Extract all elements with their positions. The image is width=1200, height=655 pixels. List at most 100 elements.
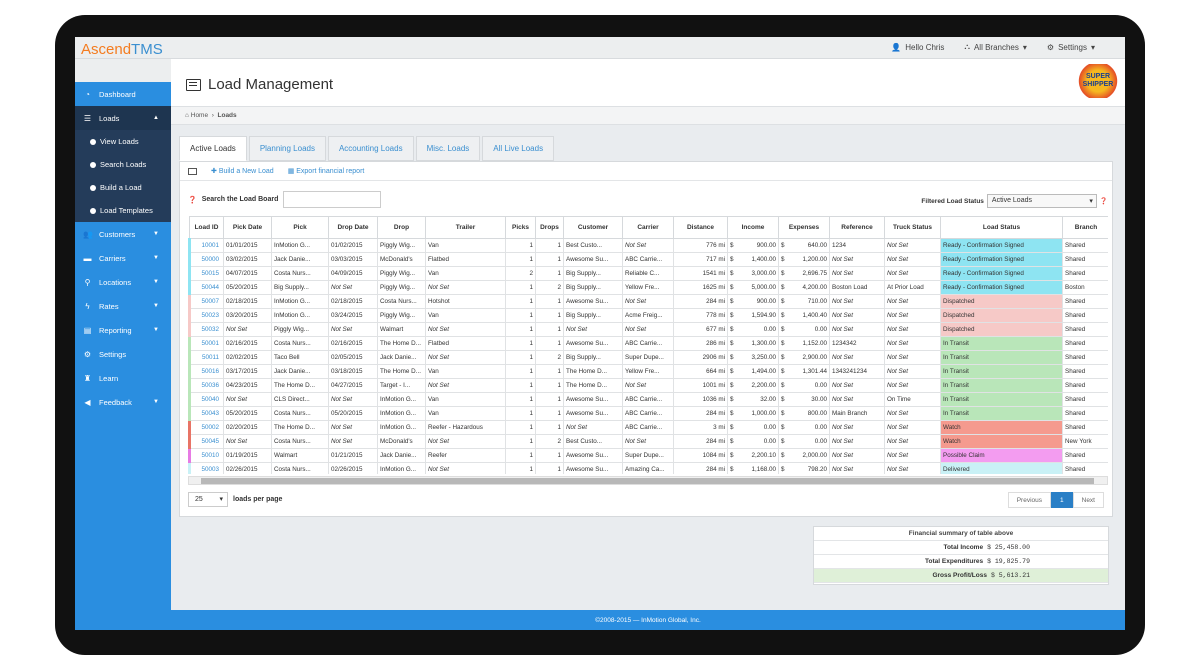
- table-row[interactable]: 50001 02/16/2015 Costa Nurs... 02/16/2015 Th…: [188, 336, 1108, 351]
- currency-symbol: $: [781, 424, 785, 431]
- table-row[interactable]: 50016 03/17/2015 Jack Danie... 03/18/2015 Th…: [188, 364, 1108, 379]
- load-status-cell: Ready - Confirmation Signed: [940, 238, 1063, 253]
- sidebar-item-dashboard[interactable]: ◔ Dashboard: [75, 82, 171, 106]
- column-header[interactable]: Distance: [673, 216, 728, 239]
- table-row[interactable]: 50000 03/02/2015 Jack Danie... 03/03/2015 Mc…: [188, 252, 1108, 267]
- load-status-select[interactable]: Active Loads: [986, 194, 1097, 208]
- column-header[interactable]: Drops: [535, 216, 564, 239]
- table-cell: Costa Nurs...: [271, 434, 329, 449]
- load-id-link[interactable]: 50015: [188, 266, 224, 281]
- load-id-link[interactable]: 50043: [188, 406, 224, 421]
- tab-active-loads[interactable]: Active Loads: [179, 136, 247, 161]
- previous-button[interactable]: Previous: [1007, 492, 1051, 508]
- column-header[interactable]: Load Status: [940, 216, 1063, 239]
- breadcrumb-home[interactable]: Home: [191, 112, 208, 119]
- branches-dropdown[interactable]: ⛬ All Branches ▾: [964, 42, 1027, 52]
- list-icon[interactable]: [188, 167, 197, 175]
- user-icon: 👤: [891, 42, 902, 52]
- sidebar-item-carriers[interactable]: ▬ Carriers ▼: [75, 246, 171, 270]
- load-id-link[interactable]: 50001: [188, 336, 224, 351]
- table-row[interactable]: 50032 Not Set Piggly Wig... Not Set Walmart N…: [188, 322, 1108, 337]
- load-status-cell: In Transit: [940, 350, 1063, 365]
- table-cell: Not Set: [622, 322, 674, 337]
- sidebar-subitem-load-templates[interactable]: Load Templates: [75, 199, 171, 222]
- scrollbar-thumb[interactable]: [201, 478, 1094, 484]
- column-header[interactable]: Drop: [377, 216, 426, 239]
- table-row[interactable]: 50044 05/20/2015 Big Supply... Not Set Piggl…: [188, 280, 1108, 295]
- column-header[interactable]: Expenses: [778, 216, 830, 239]
- sidebar-item-learn[interactable]: ♜ Learn: [75, 366, 171, 390]
- column-header[interactable]: Load ID: [189, 216, 224, 239]
- column-header[interactable]: Picks: [505, 216, 536, 239]
- load-id-link[interactable]: 50007: [188, 294, 224, 309]
- column-header[interactable]: Drop Date: [328, 216, 378, 239]
- search-input[interactable]: [283, 191, 382, 208]
- load-id-link[interactable]: 10001: [188, 238, 224, 253]
- tab-misc-loads[interactable]: Misc. Loads: [415, 136, 481, 161]
- sidebar-item-locations[interactable]: ⚲ Locations ▼: [75, 270, 171, 294]
- sidebar-subitem-view-loads[interactable]: View Loads: [75, 130, 171, 153]
- column-header[interactable]: Pick Date: [223, 216, 272, 239]
- horizontal-scrollbar[interactable]: [188, 476, 1108, 485]
- column-header[interactable]: Reference: [829, 216, 885, 239]
- app-logo[interactable]: AscendTMS: [81, 41, 163, 58]
- load-id-link[interactable]: 50044: [188, 280, 224, 295]
- sidebar-item-rates[interactable]: ϟ Rates ▼: [75, 294, 171, 318]
- sidebar-item-settings[interactable]: ⚙ Settings: [75, 342, 171, 366]
- column-header[interactable]: Branch: [1062, 216, 1108, 239]
- load-id-link[interactable]: 50010: [188, 448, 224, 463]
- page-size-select[interactable]: 25: [188, 492, 228, 507]
- table-row[interactable]: 50015 04/07/2015 Costa Nurs... 04/09/2015 Pi…: [188, 266, 1108, 281]
- sidebar-subitem-search-loads[interactable]: Search Loads: [75, 153, 171, 176]
- export-report-button[interactable]: ▦ Export financial report: [288, 167, 365, 175]
- table-row[interactable]: 50011 02/02/2015 Taco Bell 02/05/2015 Jack D…: [188, 350, 1108, 365]
- table-row[interactable]: 50040 Not Set CLS Direct... Not Set InMotion…: [188, 392, 1108, 407]
- sidebar-item-reporting[interactable]: ▤ Reporting ▼: [75, 318, 171, 342]
- table-row[interactable]: 50003 02/26/2015 Costa Nurs... 02/26/2015 In…: [188, 462, 1108, 474]
- table-cell: 02/18/2015: [328, 294, 378, 309]
- currency-symbol: $: [781, 452, 785, 459]
- table-cell: Not Set: [622, 238, 674, 253]
- table-cell: Jack Danie...: [377, 350, 426, 365]
- build-load-button[interactable]: ✚ Build a New Load: [211, 167, 274, 175]
- load-id-link[interactable]: 50040: [188, 392, 224, 407]
- table-row[interactable]: 50036 04/23/2015 The Home D... 04/27/2015 Ta…: [188, 378, 1108, 393]
- sidebar-subitem-build-load[interactable]: Build a Load: [75, 176, 171, 199]
- load-id-link[interactable]: 50036: [188, 378, 224, 393]
- tab-planning-loads[interactable]: Planning Loads: [248, 136, 326, 161]
- sidebar-item-loads[interactable]: ☰ Loads ▲: [75, 106, 171, 130]
- table-row[interactable]: 10001 01/01/2015 InMotion G... 01/02/2015 Pi…: [188, 238, 1108, 253]
- table-cell: $1,300.00: [727, 336, 779, 351]
- column-header[interactable]: Customer: [563, 216, 623, 239]
- column-header[interactable]: Trailer: [425, 216, 506, 239]
- table-row[interactable]: 50002 02/20/2015 The Home D... Not Set InMot…: [188, 420, 1108, 435]
- next-button[interactable]: Next: [1072, 492, 1104, 508]
- table-cell: Boston Load: [829, 280, 885, 295]
- tab-all-live-loads[interactable]: All Live Loads: [482, 136, 555, 161]
- column-header[interactable]: Carrier: [622, 216, 674, 239]
- table-row[interactable]: 50045 Not Set Costa Nurs... Not Set McDonald…: [188, 434, 1108, 449]
- column-header[interactable]: Truck Status: [884, 216, 941, 239]
- load-id-link[interactable]: 50011: [188, 350, 224, 365]
- load-id-link[interactable]: 50023: [188, 308, 224, 323]
- load-id-link[interactable]: 50016: [188, 364, 224, 379]
- table-row[interactable]: 50010 01/19/2015 Walmart 01/21/2015 Jack Dan…: [188, 448, 1108, 463]
- load-id-link[interactable]: 50000: [188, 252, 224, 267]
- user-menu[interactable]: 👤 Hello Chris: [891, 42, 944, 52]
- load-id-link[interactable]: 50003: [188, 462, 224, 474]
- load-id-link[interactable]: 50045: [188, 434, 224, 449]
- tab-accounting-loads[interactable]: Accounting Loads: [327, 136, 414, 161]
- load-id-link[interactable]: 50032: [188, 322, 224, 337]
- amount-value: 800.00: [807, 410, 827, 417]
- sidebar-item-feedback[interactable]: ◀ Feedback ▼: [75, 390, 171, 414]
- currency-symbol: $: [730, 424, 734, 431]
- table-row[interactable]: 50023 03/20/2015 InMotion G... 03/24/2015 Pi…: [188, 308, 1108, 323]
- column-header[interactable]: Pick: [271, 216, 329, 239]
- table-row[interactable]: 50007 02/18/2015 InMotion G... 02/18/2015 Co…: [188, 294, 1108, 309]
- sidebar-item-customers[interactable]: 👥 Customers ▼: [75, 222, 171, 246]
- page-1-button[interactable]: 1: [1051, 492, 1073, 508]
- load-id-link[interactable]: 50002: [188, 420, 224, 435]
- table-row[interactable]: 50043 05/20/2015 Costa Nurs... 05/20/2015 In…: [188, 406, 1108, 421]
- settings-dropdown[interactable]: ⚙ Settings ▾: [1047, 42, 1095, 52]
- column-header[interactable]: Income: [727, 216, 779, 239]
